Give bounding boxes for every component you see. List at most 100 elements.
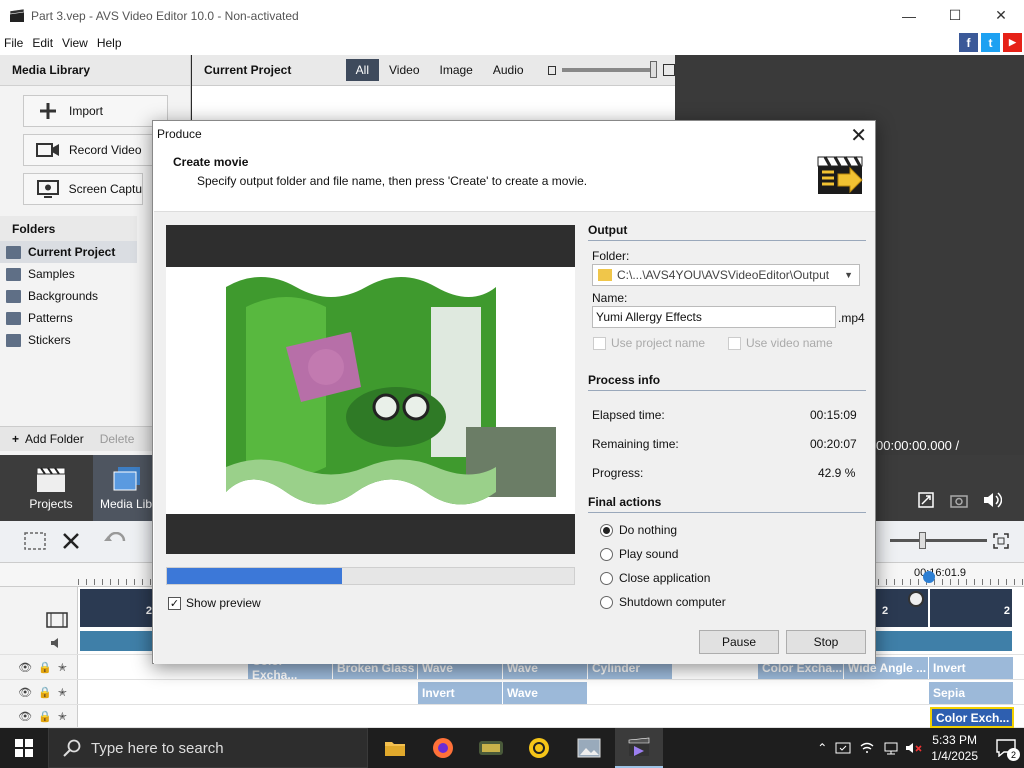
folder-backgrounds[interactable]: Backgrounds [0,285,137,307]
facebook-icon[interactable]: f [959,33,978,52]
search-icon [63,739,81,757]
lock-icon[interactable]: 🔒 [38,710,52,723]
video-clip[interactable]: 2 [80,589,154,627]
zoom-slider-thumb[interactable] [650,61,658,78]
timeline-zoom-slider[interactable] [890,532,987,549]
delete-icon[interactable] [62,532,80,550]
use-project-name-checkbox[interactable]: Use project name [593,336,705,350]
file-name-input[interactable]: Yumi Allergy Effects [592,306,836,328]
tab-all[interactable]: All [345,59,380,81]
network-icon[interactable] [883,740,901,756]
maximize-button[interactable]: ☐ [932,0,978,31]
file-explorer-app[interactable] [371,728,419,768]
snapshot-icon[interactable] [950,492,968,508]
playhead-marker[interactable] [923,571,935,583]
radio-play-sound[interactable]: Play sound [600,547,678,561]
undo-icon[interactable] [104,532,128,550]
radio-label: Close application [619,571,711,585]
audio-mute-icon[interactable] [50,637,64,649]
storyboard-icon[interactable] [24,531,46,551]
avs-video-editor-app[interactable] [615,728,663,768]
delete-folder-button[interactable]: Delete [94,432,141,446]
firefox-icon [433,738,453,758]
output-folder-select[interactable]: C:\...\AVS4YOU\AVSVideoEditor\Output ▼ [592,264,860,286]
minimize-button[interactable]: — [886,0,932,31]
dialog-subheading: Specify output folder and file name, the… [197,174,588,188]
zoom-slider[interactable] [562,61,658,78]
name-label: Name: [592,291,628,305]
folder-stickers[interactable]: Stickers [0,329,137,351]
folder-samples[interactable]: Samples [0,263,137,285]
start-button[interactable] [0,728,48,768]
menu-help[interactable]: Help [93,36,127,50]
lock-icon[interactable]: 🔒 [38,661,52,674]
chevron-up-icon[interactable]: ⌃ [817,741,827,755]
add-folder-button[interactable]: Add Folder [25,432,90,446]
menu-file[interactable]: File [0,36,28,50]
screen-capture-button[interactable]: Screen Captu [23,173,143,205]
folder-label: Current Project [28,245,116,259]
game-app[interactable] [467,728,515,768]
clock[interactable]: 5:33 PM 1/4/2025 [931,732,978,764]
radio-unselected-icon [600,547,613,561]
effect-clip-selected[interactable]: Color Exch... [930,707,1014,728]
record-video-button[interactable]: Record Video [23,134,168,166]
projects-nav-button[interactable]: Projects [22,455,80,521]
radio-shutdown-computer[interactable]: Shutdown computer [600,595,726,609]
lock-icon[interactable]: 🔒 [38,686,52,699]
radio-close-application[interactable]: Close application [600,571,710,585]
menu-edit[interactable]: Edit [28,36,58,50]
effects-track-2-header: 👁 🔒 ✭ [0,680,78,704]
audio-waveform[interactable] [80,631,154,651]
eye-icon[interactable]: 👁 [18,710,32,723]
radio-do-nothing[interactable]: Do nothing [600,523,677,537]
effect-clip[interactable]: Invert [418,682,503,704]
media-player-app[interactable] [515,728,563,768]
folder-current-project[interactable]: Current Project [0,241,137,263]
search-placeholder: Type here to search [91,739,224,757]
stop-button[interactable]: Stop [786,630,866,654]
youtube-icon[interactable]: ▶ [1003,33,1022,52]
timeline-zoom-thumb[interactable] [919,532,926,549]
fit-timeline-icon[interactable] [993,533,1009,549]
star-icon[interactable]: ✭ [58,710,67,723]
import-button[interactable]: Import [23,95,168,127]
close-window-button[interactable]: ✕ [978,0,1024,31]
chevron-down-icon: ▼ [844,270,853,280]
volume-icon[interactable] [982,491,1002,509]
star-icon[interactable]: ✭ [58,661,67,674]
folders-title: Folders [0,216,137,241]
output-folder-value: C:\...\AVS4YOU\AVSVideoEditor\Output [617,268,830,282]
menu-view[interactable]: View [58,36,93,50]
folder-patterns[interactable]: Patterns [0,307,137,329]
use-video-name-checkbox[interactable]: Use video name [728,336,833,350]
tab-image[interactable]: Image [430,59,483,81]
pause-button[interactable]: Pause [699,630,779,654]
eye-icon[interactable]: 👁 [18,661,32,674]
effect-clip[interactable]: Sepia [929,682,1014,704]
tab-audio[interactable]: Audio [483,59,534,81]
video-clip[interactable]: 2 [930,589,1012,627]
wifi-icon[interactable] [859,740,875,756]
screen-capture-label: Screen Captu [68,182,142,196]
effects-track-3: 👁 🔒 ✭ Color Exch... [0,705,1024,728]
dialog-close-button[interactable]: ✕ [850,123,867,148]
tab-video[interactable]: Video [379,59,429,81]
security-icon[interactable] [835,740,851,756]
effect-clip[interactable]: Wave [503,682,588,704]
taskbar-search[interactable]: Type here to search [48,728,368,768]
notifications-button[interactable]: 2 [988,728,1024,768]
audio-waveform[interactable] [876,631,1012,651]
speaker-muted-icon[interactable] [905,740,923,756]
preview-image [166,267,575,514]
video-clip[interactable]: 2 [876,589,928,627]
photos-app[interactable] [565,728,613,768]
eye-icon[interactable]: 👁 [18,686,32,699]
firefox-app[interactable] [419,728,467,768]
star-icon[interactable]: ✭ [58,686,67,699]
fullscreen-icon[interactable] [918,492,934,508]
twitter-icon[interactable]: t [981,33,1000,52]
effect-clip[interactable]: Invert [929,657,1014,679]
video-clip-label: 2 [1003,605,1010,617]
show-preview-checkbox[interactable]: ✓ Show preview [168,596,261,610]
